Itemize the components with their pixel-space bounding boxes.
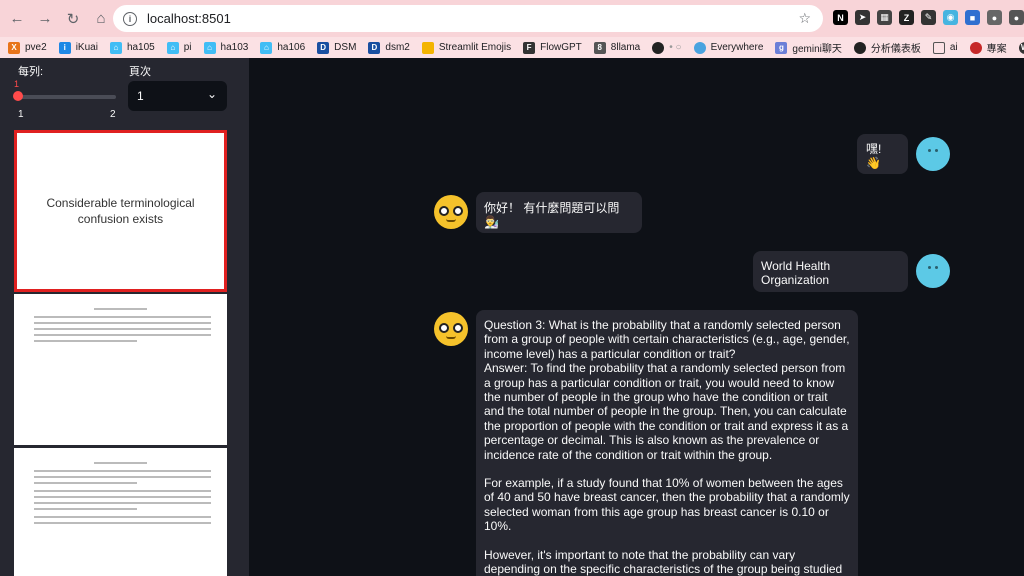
z-extension-icon[interactable]: Z: [899, 10, 914, 25]
translate-extension-icon[interactable]: ◉: [943, 10, 958, 25]
llama-icon: 8: [593, 41, 606, 54]
page-select[interactable]: 1 ⌄: [128, 81, 227, 111]
browser-toolbar: ← → ↻ ⌂ i localhost:8501 ☆ N ➤ ▦ Z ✎ ◉ ■…: [0, 0, 1024, 37]
message-text: 你好！ 有什麼問題可以問 👨‍🔬: [484, 201, 620, 230]
dashboard-icon: [853, 41, 866, 54]
slider-min-label: 1: [18, 109, 24, 120]
notion-extension-icon[interactable]: N: [833, 10, 848, 25]
bookmark-misc[interactable]: • ○: [652, 41, 682, 54]
chat-message-user: World Health Organization: [753, 251, 908, 292]
folder-icon: [932, 41, 945, 54]
site-info-icon[interactable]: i: [123, 11, 137, 26]
slider-handle[interactable]: [13, 91, 23, 101]
slide-thumbnail[interactable]: [14, 294, 227, 445]
bookmark-dsm2[interactable]: Ddsm2: [368, 41, 410, 54]
chat-message-user: 嘿! 👋: [857, 134, 908, 174]
forward-icon[interactable]: →: [32, 6, 58, 32]
bookmark-dashboard[interactable]: 分析儀表板: [853, 40, 921, 55]
slide-heading-line: [94, 308, 147, 310]
per-page-slider[interactable]: [18, 95, 116, 99]
bookmark-dsm[interactable]: D DSM: [317, 41, 356, 54]
blue-extension-icon[interactable]: ■: [965, 10, 980, 25]
bookmark-wp1[interactable]: Wwp1: [1018, 41, 1024, 54]
proxmox-icon: X: [8, 41, 20, 54]
bookmark-star-icon[interactable]: ☆: [798, 10, 811, 27]
bookmark-ha103[interactable]: ⌂ ha103: [203, 41, 248, 54]
slide-text-block: [14, 516, 227, 524]
home-assistant-icon: ⌂: [203, 41, 216, 54]
chat-extension-icon[interactable]: ●: [1009, 10, 1024, 25]
slide-text-block: [14, 316, 227, 342]
extension-icons: N ➤ ▦ Z ✎ ◉ ■ ● ●: [833, 10, 1024, 25]
slide-title: Considerable terminological confusion ex…: [46, 196, 195, 226]
bookmark-ha106[interactable]: ⌂ ha106: [260, 41, 305, 54]
address-url[interactable]: localhost:8501: [147, 11, 231, 26]
back-icon[interactable]: ←: [4, 6, 30, 32]
chat-bubble-icon: [693, 41, 706, 54]
home-assistant-icon: ⌂: [260, 41, 273, 54]
slider-value: 1: [14, 79, 20, 89]
folder-icon: [421, 41, 434, 54]
bookmark-flowgpt[interactable]: F FlowGPT: [523, 41, 582, 54]
home-assistant-icon: ⌂: [166, 41, 179, 54]
answer-body: Answer: To find the probability that a r…: [484, 361, 849, 462]
slide-heading-line: [94, 462, 147, 464]
projects-icon: [969, 41, 982, 54]
dsm-icon: D: [317, 41, 330, 54]
page-select-value: 1: [137, 89, 144, 103]
message-text: 嘿! 👋: [866, 142, 882, 171]
slide-thumbnail-selected[interactable]: Considerable terminological confusion ex…: [14, 130, 227, 292]
bookmark-streamlit-emojis[interactable]: Streamlit Emojis: [421, 41, 511, 54]
bookmark-ai[interactable]: ai: [932, 41, 958, 54]
slider-max-label: 2: [110, 109, 116, 120]
chevron-down-icon: ⌄: [206, 87, 217, 101]
pen-extension-icon[interactable]: ✎: [921, 10, 936, 25]
user-avatar-icon: [916, 254, 950, 288]
bookmark-pi[interactable]: ⌂ pi: [166, 41, 192, 54]
slide-text-block: [14, 470, 227, 484]
grid-extension-icon[interactable]: ▦: [877, 10, 892, 25]
home-assistant-icon: ⌂: [109, 41, 122, 54]
dsm-icon: D: [368, 41, 381, 54]
message-text: World Health Organization: [761, 259, 831, 288]
bookmark-projects[interactable]: 專案: [969, 40, 1007, 55]
wordpress-icon: W: [1018, 41, 1024, 54]
home-icon[interactable]: ⌂: [88, 6, 114, 32]
per-page-label: 每列:: [18, 66, 44, 78]
puzzle-extension-icon[interactable]: ●: [987, 10, 1002, 25]
send-extension-icon[interactable]: ➤: [855, 10, 870, 25]
page-number-label: 頁次: [129, 66, 151, 78]
bookmark-misc-glyphs: • ○: [669, 42, 682, 53]
gemini-icon: g: [775, 41, 788, 54]
bookmark-ikuai[interactable]: i iKuai: [58, 41, 98, 54]
slide-thumbnail[interactable]: [14, 448, 227, 576]
github-icon: [652, 41, 665, 54]
bookmark-ha105[interactable]: ⌂ ha105: [109, 41, 155, 54]
bookmarks-bar: Xpve2 i iKuai ⌂ ha105 ⌂ pi ⌂ ha103 ⌂ ha106 DD…: [0, 37, 1024, 58]
chat-message-assistant: 你好！ 有什麼問題可以問 👨‍🔬: [476, 192, 642, 233]
bot-avatar-icon: [434, 312, 468, 346]
chat-message-assistant: Question 3: What is the probability that…: [476, 310, 858, 576]
bookmark-pve2[interactable]: Xpve2: [8, 41, 47, 54]
reload-icon[interactable]: ↻: [60, 6, 86, 32]
answer-note: However, it's important to note that the…: [484, 547, 843, 576]
address-bar[interactable]: i localhost:8501 ☆: [113, 5, 823, 32]
user-avatar-icon: [916, 137, 950, 171]
bookmark-8llama[interactable]: 8 8llama: [593, 41, 640, 54]
bot-avatar-icon: [434, 195, 468, 229]
ikuai-icon: i: [58, 41, 71, 54]
chat-area: 嘿! 👋 你好！ 有什麼問題可以問 👨‍🔬 World Health Organ…: [249, 58, 1024, 576]
flowgpt-icon: F: [523, 41, 536, 54]
answer-question: Question 3: What is the probability that…: [484, 318, 850, 361]
slide-text-block: [14, 490, 227, 510]
bookmark-gemini[interactable]: g gemini聊天: [775, 40, 842, 55]
answer-example: For example, if a study found that 10% o…: [484, 476, 850, 534]
bookmark-everywhere[interactable]: Everywhere: [693, 41, 763, 54]
